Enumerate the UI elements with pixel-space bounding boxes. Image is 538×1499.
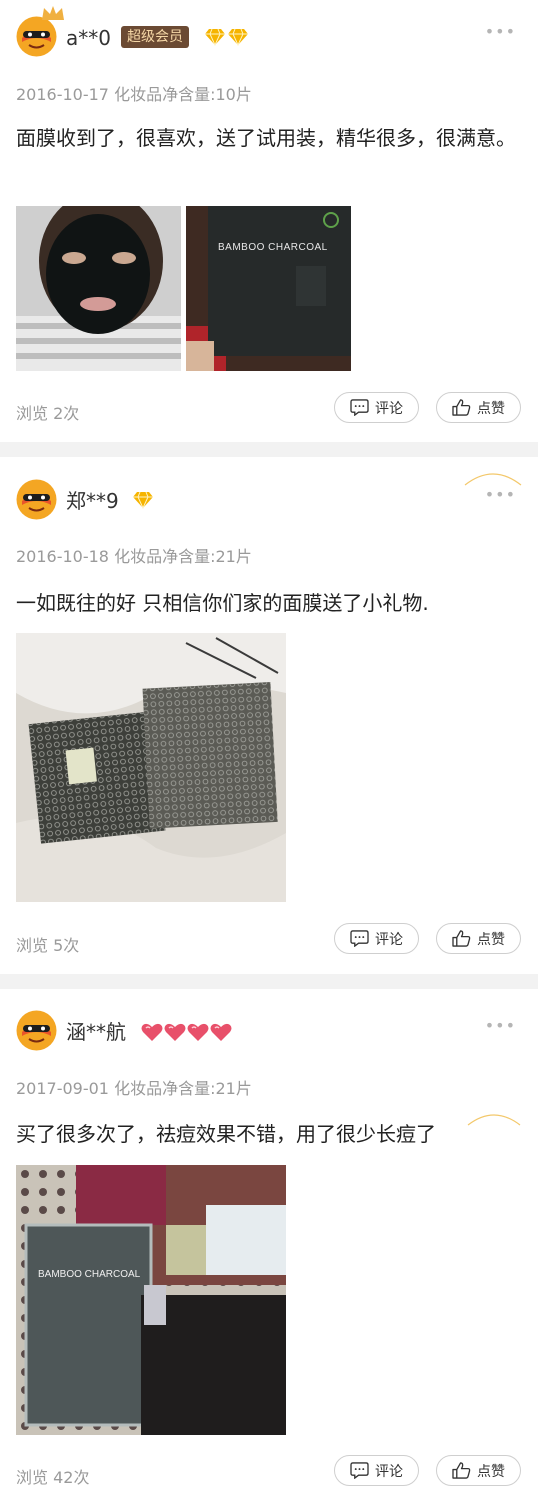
- view-count: 浏览 42次: [16, 1468, 90, 1487]
- review-meta: 2017-09-01 化妆品净含量:21片: [16, 1079, 252, 1098]
- heart-icon: [141, 1022, 163, 1042]
- more-dots-icon[interactable]: •••: [485, 1016, 516, 1035]
- comment-button[interactable]: 评论: [334, 1455, 419, 1486]
- review-content: 一如既往的好 只相信你们家的面膜送了小礼物.: [16, 591, 429, 615]
- photo-caption: BAMBOO CHARCOAL: [218, 242, 328, 253]
- view-count: 浏览 2次: [16, 404, 80, 423]
- photo-face-mask[interactable]: [16, 206, 181, 371]
- photo-bubble-wrap-packages[interactable]: [16, 633, 286, 902]
- level-badges: [204, 28, 249, 46]
- level-badges: [141, 1022, 232, 1042]
- username[interactable]: a**0: [66, 26, 111, 50]
- thumbs-up-icon: [452, 930, 471, 947]
- crown-icon: [42, 6, 64, 20]
- thumbs-up-icon: [452, 399, 471, 416]
- heart-icon: [164, 1022, 186, 1042]
- comment-label: 评论: [375, 1463, 403, 1480]
- username[interactable]: 涵**航: [66, 1020, 126, 1044]
- diamond-icon: [227, 28, 249, 46]
- comment-icon: [350, 1462, 369, 1479]
- like-label: 点赞: [477, 400, 505, 417]
- comment-label: 评论: [375, 400, 403, 417]
- like-button[interactable]: 点赞: [436, 1455, 521, 1486]
- diamond-icon: [204, 28, 226, 46]
- comment-button[interactable]: 评论: [334, 923, 419, 954]
- like-button[interactable]: 点赞: [436, 392, 521, 423]
- username[interactable]: 郑**9: [66, 489, 119, 513]
- review-meta: 2016-10-17 化妆品净含量:10片: [16, 85, 252, 104]
- comment-icon: [350, 930, 369, 947]
- more-dots-icon[interactable]: •••: [485, 485, 516, 504]
- like-button[interactable]: 点赞: [436, 923, 521, 954]
- comment-label: 评论: [375, 931, 403, 948]
- diamond-icon: [132, 491, 154, 509]
- review-card: 涵**航 ••• 2017-09-01 化妆品净含量:21片 买了很多次了，祛痘…: [0, 989, 538, 1499]
- like-label: 点赞: [477, 1463, 505, 1480]
- review-content: 买了很多次了，祛痘效果不错，用了很少长痘了: [16, 1122, 436, 1146]
- review-card: a**0 超级会员 ••• 2016-10-17 化妆品净含量:10片 面膜收到…: [0, 0, 538, 442]
- heart-icon: [210, 1022, 232, 1042]
- heart-icon: [187, 1022, 209, 1042]
- like-label: 点赞: [477, 931, 505, 948]
- view-count: 浏览 5次: [16, 936, 80, 955]
- photo-products-with-gifts[interactable]: BAMBOO CHARCOAL: [16, 1165, 286, 1435]
- comment-icon: [350, 399, 369, 416]
- vip-badge: 超级会员: [121, 26, 189, 48]
- review-content: 面膜收到了，很喜欢，送了试用装，精华很多，很满意。: [16, 126, 516, 150]
- user-avatar[interactable]: [16, 479, 57, 520]
- review-card: 郑**9 ••• 2016-10-18 化妆品净含量:21片 一如既往的好 只相…: [0, 457, 538, 974]
- thumbs-up-icon: [452, 1462, 471, 1479]
- review-meta: 2016-10-18 化妆品净含量:21片: [16, 547, 252, 566]
- photo-caption: BAMBOO CHARCOAL: [38, 1269, 141, 1280]
- photo-bamboo-charcoal-box[interactable]: BAMBOO CHARCOAL: [186, 206, 351, 371]
- comment-button[interactable]: 评论: [334, 392, 419, 423]
- user-avatar[interactable]: [16, 1010, 57, 1051]
- level-badges: [132, 491, 154, 509]
- more-dots-icon[interactable]: •••: [485, 22, 516, 41]
- decorative-arc: [464, 473, 522, 486]
